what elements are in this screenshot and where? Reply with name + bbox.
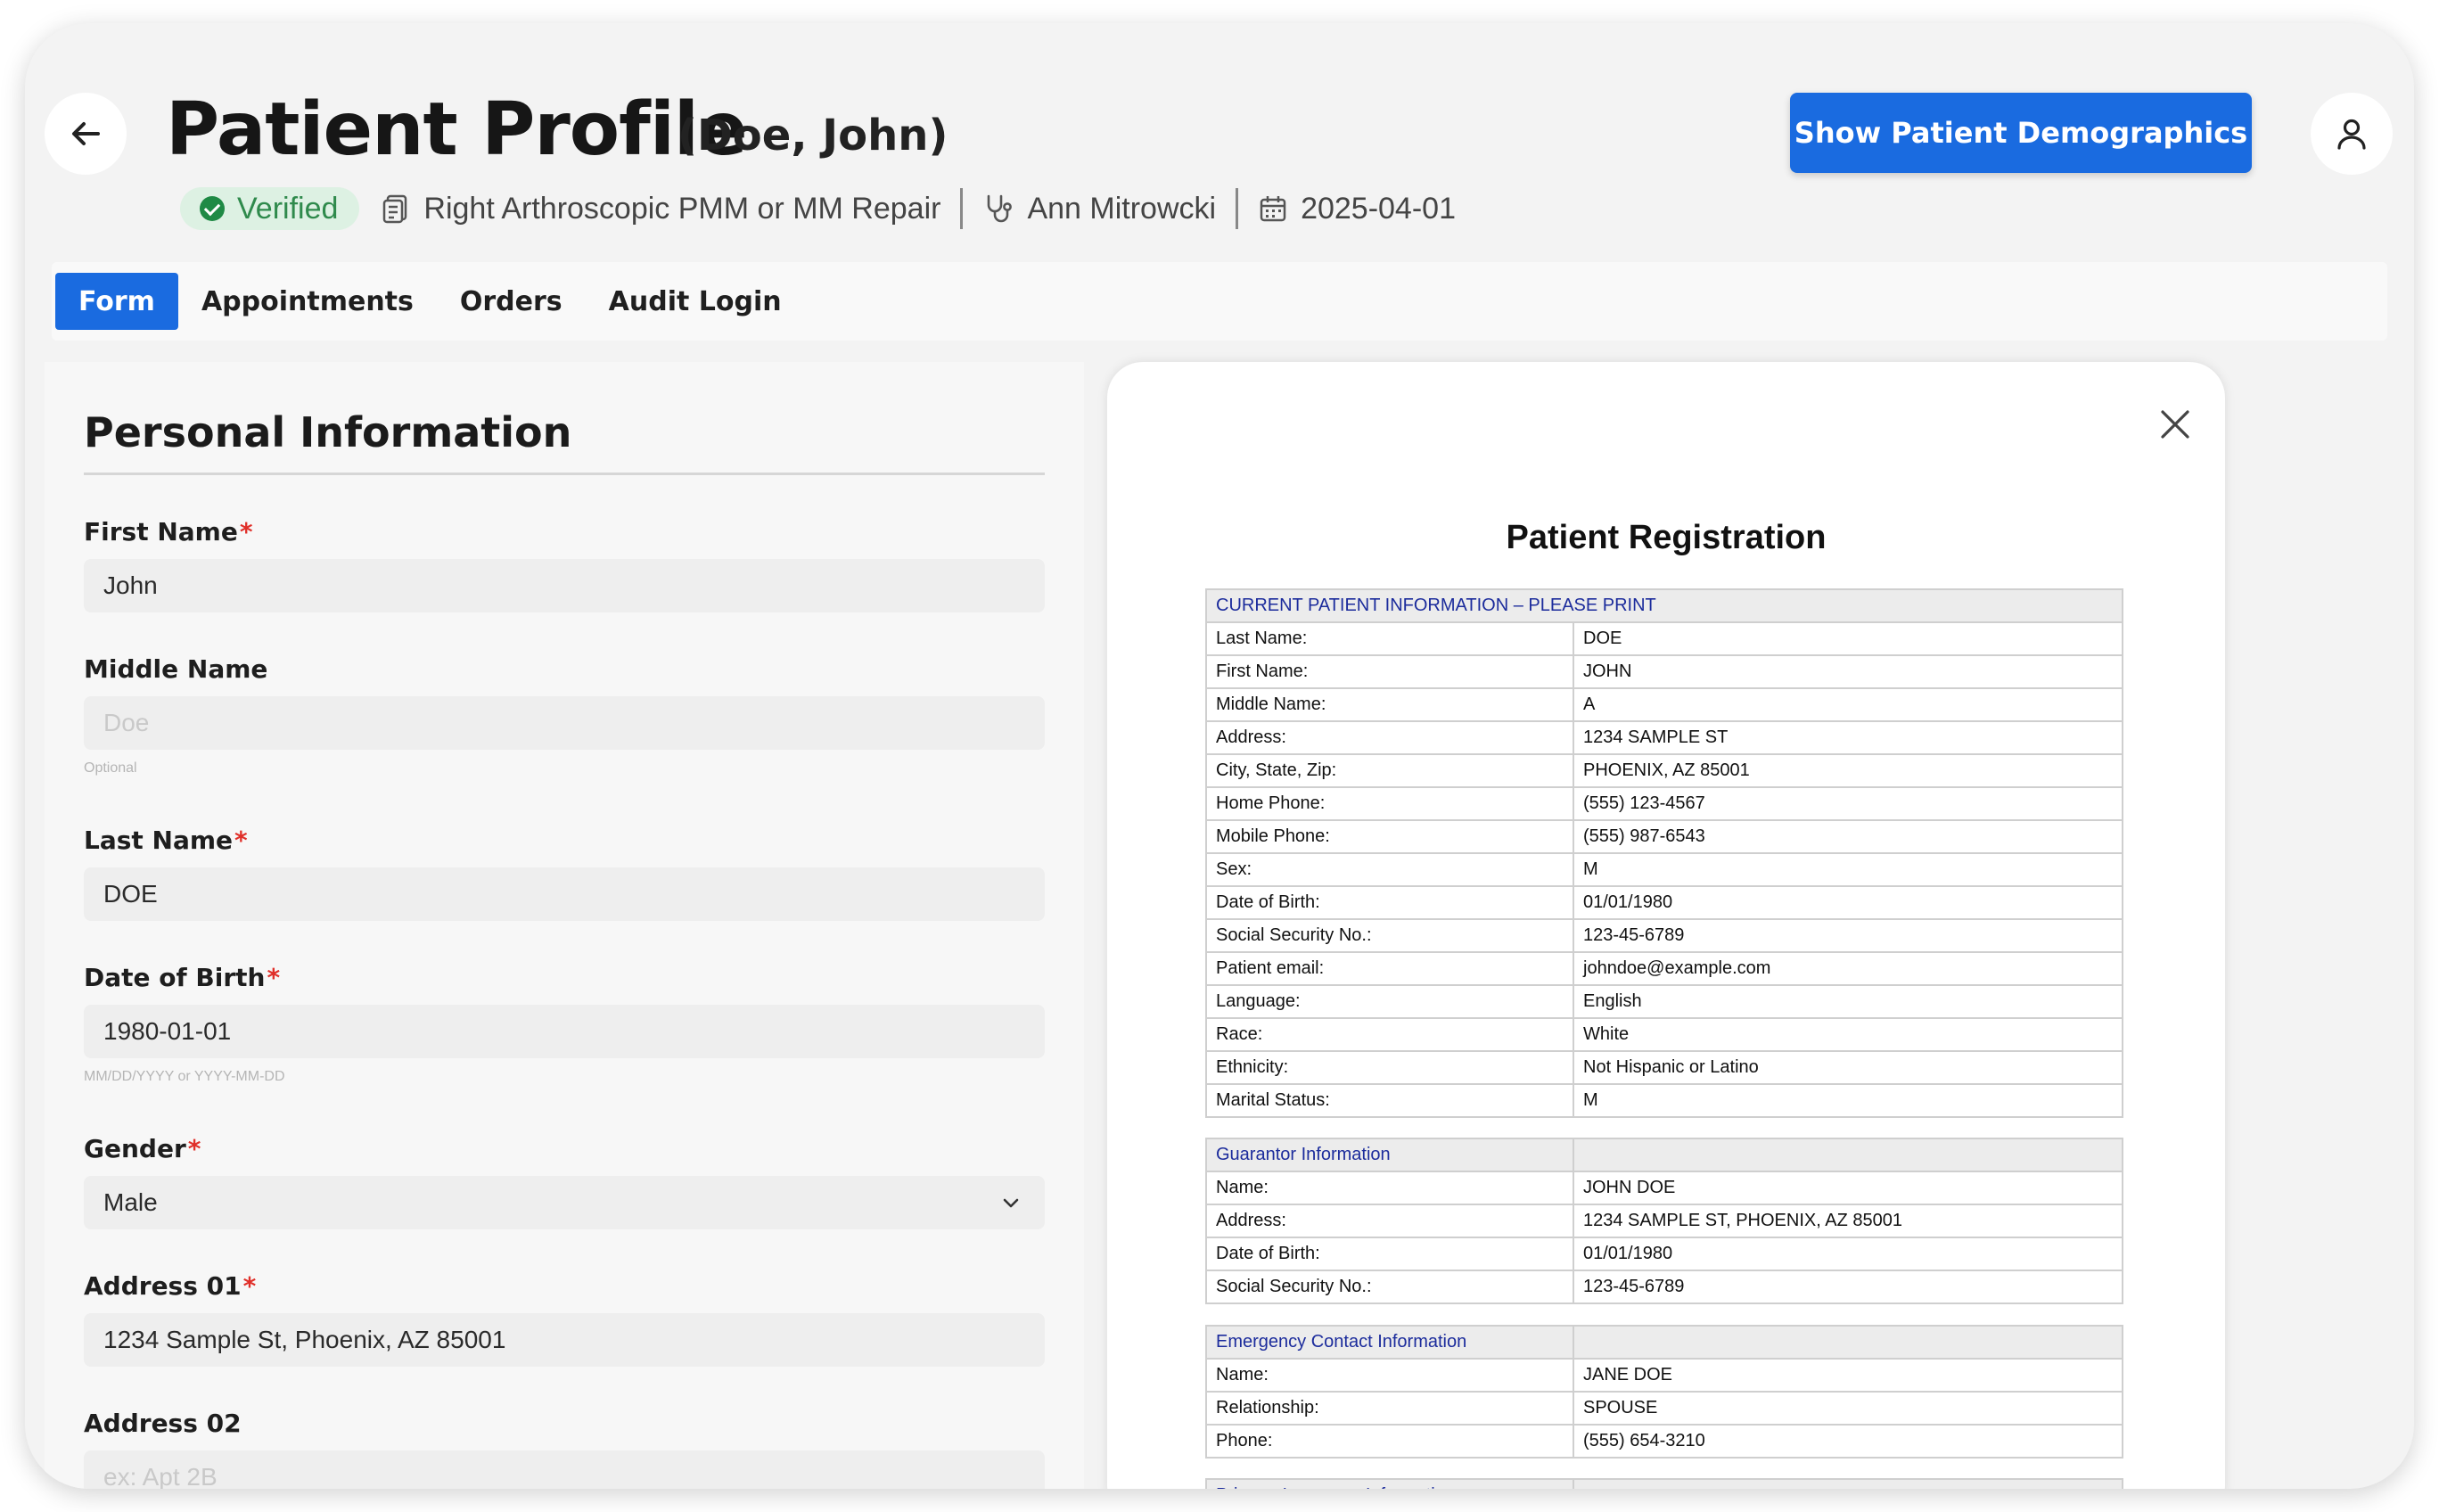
table-header-row: CURRENT PATIENT INFORMATION – PLEASE PRI… <box>1205 588 2123 623</box>
date-format-hint: MM/DD/YYYY or YYYY-MM-DD <box>84 1069 285 1084</box>
required-mark: * <box>242 1271 257 1301</box>
last-name-input[interactable]: DOE <box>84 867 1045 921</box>
table-row: Name: JOHN DOE <box>1205 1171 2123 1205</box>
first-name-field: First Name* John <box>84 517 1045 612</box>
date-of-birth-label: Date of Birth <box>84 963 266 992</box>
last-name-field: Last Name* DOE <box>84 826 1045 921</box>
table-row: Middle Name: A <box>1205 687 2123 722</box>
calendar-icon <box>1260 196 1286 222</box>
table-row: Social Security No.: 123-45-6789 <box>1205 918 2123 953</box>
table-row: First Name: JOHN <box>1205 654 2123 689</box>
table-row: Patient email: johndoe@example.com <box>1205 951 2123 986</box>
table-row: Date of Birth: 01/01/1980 <box>1205 885 2123 920</box>
date-text: 2025-04-01 <box>1301 191 1456 226</box>
gender-select[interactable]: Male <box>84 1176 1045 1229</box>
table-header-row: Guarantor Information <box>1205 1138 2123 1172</box>
provider-info: Ann Mitrowcki <box>982 192 1216 226</box>
document-preview: Patient Registration CURRENT PATIENT INF… <box>1107 362 2225 1489</box>
table-row: Mobile Phone: (555) 987-6543 <box>1205 819 2123 854</box>
first-name-label: First Name <box>84 517 238 546</box>
gender-field: Gender* Male <box>84 1134 1045 1229</box>
last-name-label: Last Name <box>84 826 234 855</box>
patient-meta: Verified Right Arthroscopic PMM or MM Re… <box>180 185 1456 232</box>
middle-name-hint: Optional <box>84 760 137 776</box>
table-row: Marital Status: M <box>1205 1083 2123 1118</box>
table-row: Last Name: DOE <box>1205 621 2123 656</box>
procedure-text: Right Arthroscopic PMM or MM Repair <box>423 191 941 226</box>
status-badge: Verified <box>180 187 360 230</box>
required-mark: * <box>187 1134 201 1163</box>
table-row: Date of Birth: 01/01/1980 <box>1205 1237 2123 1271</box>
guarantor-table: Guarantor Information Name: JOHN DOE Addr… <box>1205 1138 2123 1304</box>
provider-name: Ann Mitrowcki <box>1027 191 1217 226</box>
address-02-field: Address 02 ex: Apt 2B <box>84 1409 1045 1489</box>
table-row: Sex: M <box>1205 852 2123 887</box>
divider <box>1236 188 1239 229</box>
primary-insurance-table: Primary Insurance Information <box>1205 1478 2123 1489</box>
emergency-contact-table: Emergency Contact Information Name: JANE … <box>1205 1325 2123 1459</box>
arrow-left-icon <box>72 122 100 145</box>
first-name-input[interactable]: John <box>84 559 1045 612</box>
check-circle-icon <box>200 196 225 221</box>
app-window: Patient Profile (Doe, John) Verified Rig… <box>25 23 2414 1489</box>
personal-information-form: Personal Information First Name* John Mi… <box>45 362 1084 1489</box>
status-label: Verified <box>237 191 339 226</box>
required-mark: * <box>267 963 281 992</box>
section-title: Personal Information <box>84 408 572 456</box>
document-title: Patient Registration <box>1506 519 1827 556</box>
table-section-header: Emergency Contact Information <box>1205 1325 1574 1360</box>
middle-name-field: Middle Name Doe Optional <box>84 654 1045 777</box>
procedure-info: Right Arthroscopic PMM or MM Repair <box>381 192 940 226</box>
address-01-label: Address 01 <box>84 1271 242 1301</box>
user-icon <box>2337 119 2366 150</box>
gender-label: Gender <box>84 1134 186 1163</box>
current-patient-table: CURRENT PATIENT INFORMATION – PLEASE PRI… <box>1205 588 2123 1118</box>
date-of-birth-input[interactable]: 1980-01-01 <box>84 1005 1045 1058</box>
tab-bar: Form Appointments Orders Audit Login <box>52 262 2387 341</box>
table-row: Ethnicity: Not Hispanic or Latino <box>1205 1050 2123 1085</box>
middle-name-input[interactable]: Doe <box>84 696 1045 750</box>
document-icon <box>383 194 407 224</box>
table-row: Name: JANE DOE <box>1205 1358 2123 1393</box>
middle-name-label: Middle Name <box>84 654 268 684</box>
show-demographics-button[interactable]: Show Patient Demographics <box>1790 93 2252 173</box>
table-row: Address: 1234 SAMPLE ST <box>1205 720 2123 755</box>
date-of-birth-field: Date of Birth* 1980-01-01 MM/DD/YYYY or … <box>84 963 1045 1085</box>
divider <box>960 188 964 229</box>
address-01-field: Address 01* 1234 Sample St, Phoenix, AZ … <box>84 1271 1045 1367</box>
table-section-header: Primary Insurance Information <box>1205 1478 1574 1489</box>
chevron-down-icon <box>1003 1198 1019 1208</box>
address-02-input[interactable]: ex: Apt 2B <box>84 1450 1045 1489</box>
address-01-input[interactable]: 1234 Sample St, Phoenix, AZ 85001 <box>84 1313 1045 1367</box>
gender-value: Male <box>103 1188 158 1216</box>
required-mark: * <box>239 517 253 546</box>
patient-name: (Doe, John) <box>678 111 948 160</box>
stethoscope-icon <box>988 194 1013 223</box>
tab-audit-login[interactable]: Audit Login <box>586 273 805 330</box>
table-row: Social Security No.: 123-45-6789 <box>1205 1270 2123 1304</box>
tab-orders[interactable]: Orders <box>437 273 586 330</box>
table-header-row: Emergency Contact Information <box>1205 1325 2123 1360</box>
required-mark: * <box>234 826 248 855</box>
table-row: Home Phone: (555) 123-4567 <box>1205 786 2123 821</box>
date-info: 2025-04-01 <box>1258 192 1456 226</box>
divider <box>84 472 1045 475</box>
back-button[interactable] <box>45 93 127 175</box>
address-02-label: Address 02 <box>84 1409 242 1438</box>
page-title: Patient Profile <box>166 87 748 172</box>
table-row: City, State, Zip: PHOENIX, AZ 85001 <box>1205 753 2123 788</box>
table-row: Race: White <box>1205 1017 2123 1052</box>
table-row: Language: English <box>1205 984 2123 1019</box>
table-section-header: CURRENT PATIENT INFORMATION – PLEASE PRI… <box>1205 588 2123 623</box>
tab-form[interactable]: Form <box>55 273 178 330</box>
table-header-row: Primary Insurance Information <box>1205 1478 2123 1489</box>
close-icon[interactable] <box>2157 407 2193 442</box>
table-row: Phone: (555) 654-3210 <box>1205 1424 2123 1459</box>
table-section-header: Guarantor Information <box>1205 1138 1574 1172</box>
table-row: Relationship: SPOUSE <box>1205 1391 2123 1426</box>
tab-appointments[interactable]: Appointments <box>178 273 437 330</box>
table-row: Address: 1234 SAMPLE ST, PHOENIX, AZ 8500… <box>1205 1204 2123 1238</box>
user-menu-button[interactable] <box>2311 93 2393 175</box>
